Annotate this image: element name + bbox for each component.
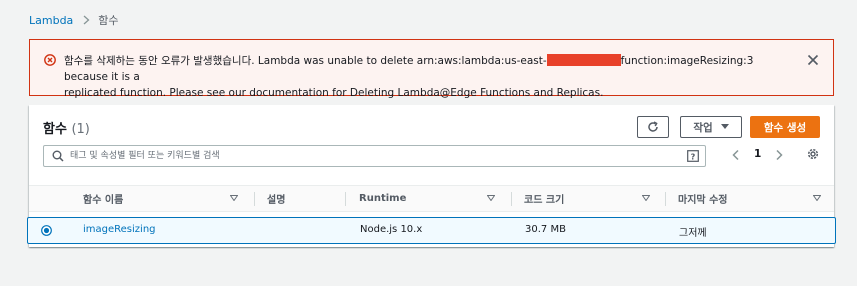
function-code-size: 30.7 MB	[525, 224, 566, 235]
close-icon[interactable]	[807, 54, 819, 66]
table-header: 함수 이름 설명 Runtime 코드 크기 마지막 수정	[29, 185, 834, 212]
breadcrumb: Lambda 함수	[29, 12, 119, 28]
actions-label: 작업	[693, 121, 713, 134]
sort-caret-icon[interactable]	[813, 195, 821, 201]
column-divider	[345, 192, 346, 206]
chevron-right-icon	[83, 15, 90, 25]
breadcrumb-lambda-link[interactable]: Lambda	[29, 14, 73, 27]
sort-caret-icon[interactable]	[487, 195, 495, 201]
sort-caret-icon[interactable]	[642, 195, 650, 201]
function-last-modified: 그저께	[679, 228, 707, 239]
function-count: (1)	[71, 122, 90, 137]
column-header-last-modified[interactable]: 마지막 수정	[678, 186, 727, 211]
refresh-icon	[648, 121, 658, 132]
column-divider	[254, 192, 255, 206]
create-function-button[interactable]: 함수 생성	[750, 116, 820, 138]
column-divider	[665, 192, 666, 206]
redaction-block	[546, 54, 621, 66]
row-select-radio[interactable]	[41, 225, 52, 236]
breadcrumb-current: 함수	[98, 14, 119, 27]
error-message: 함수를 삭제하는 동안 오류가 발생했습니다. Lambda was unabl…	[64, 53, 799, 101]
search-icon	[52, 150, 64, 162]
current-page-number[interactable]: 1	[754, 148, 761, 160]
error-icon	[44, 54, 56, 66]
functions-panel: 함수 (1) 작업 함수 생성 ? 1	[27, 105, 836, 247]
sort-caret-icon[interactable]	[230, 195, 238, 201]
function-runtime: Node.js 10.x	[360, 224, 423, 235]
previous-page-icon[interactable]	[731, 149, 741, 161]
caret-down-icon	[720, 124, 729, 129]
help-icon[interactable]: ?	[687, 150, 699, 162]
refresh-button[interactable]	[637, 116, 669, 138]
column-header-description[interactable]: 설명	[267, 186, 285, 211]
error-flash-banner: 함수를 삭제하는 동안 오류가 발생했습니다. Lambda was unabl…	[29, 39, 834, 99]
actions-dropdown-button[interactable]: 작업	[680, 116, 742, 138]
error-message-line2: replicated function. Please see our docu…	[64, 87, 604, 99]
panel-title: 함수 (1)	[43, 118, 90, 137]
table-row[interactable]: imageResizing Node.js 10.x 30.7 MB 그저께	[27, 217, 836, 244]
column-header-function-name[interactable]: 함수 이름	[83, 186, 123, 211]
search-input[interactable]	[70, 148, 670, 164]
column-header-runtime[interactable]: Runtime	[359, 186, 406, 211]
svg-text:?: ?	[691, 152, 696, 161]
error-message-line1-start: 함수를 삭제하는 동안 오류가 발생했습니다. Lambda was unabl…	[64, 55, 547, 67]
panel-title-text: 함수	[43, 122, 67, 137]
column-header-code-size[interactable]: 코드 크기	[524, 186, 564, 211]
function-name-link[interactable]: imageResizing	[83, 224, 156, 235]
gear-icon[interactable]	[806, 147, 820, 161]
next-page-icon[interactable]	[774, 149, 784, 161]
column-divider	[511, 192, 512, 206]
search-box: ?	[43, 145, 706, 167]
